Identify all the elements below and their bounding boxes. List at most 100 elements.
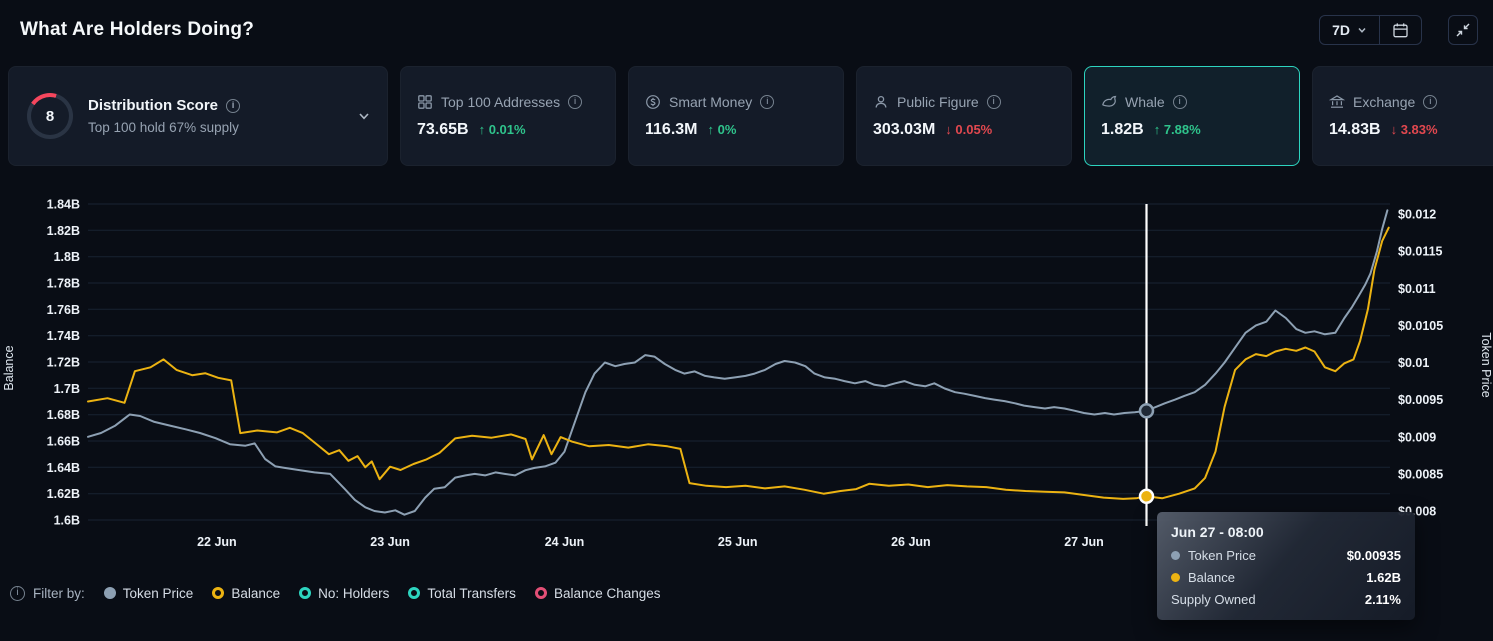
svg-text:1.8B: 1.8B [54, 250, 80, 264]
tooltip-row: Supply Owned 2.11% [1171, 592, 1401, 607]
filter-option-marker [212, 587, 224, 599]
filter-bar: i Filter by: Token Price Balance No: Holde… [10, 579, 661, 607]
tooltip-rows: Token Price$0.00935 Balance 1.62B Supply Ow… [1171, 548, 1401, 607]
info-icon[interactable]: i [226, 99, 240, 113]
date-range-control: 7D [1319, 15, 1422, 45]
stat-cards: Top 100 Addressesi73.65B↑ 0.01%Smart Mon… [400, 66, 1493, 166]
grid-icon [417, 94, 433, 110]
filter-option-label: Balance Changes [554, 586, 661, 601]
filter-options: Token Price Balance No: Holders Total Trans… [104, 586, 661, 601]
svg-text:1.7B: 1.7B [54, 382, 80, 396]
stat-change: ↓ 0.05% [945, 122, 992, 137]
tooltip-row-value: 2.11% [1365, 592, 1401, 607]
chart-tooltip: Jun 27 - 08:00 Token Price$0.00935 Balanc… [1157, 512, 1415, 620]
filter-option-marker [299, 587, 311, 599]
svg-text:$0.011: $0.011 [1398, 282, 1436, 296]
distribution-score-text: Distribution Score i Top 100 hold 67% su… [88, 97, 240, 135]
stat-value: 14.83B [1329, 121, 1381, 139]
filter-option-label: Balance [231, 586, 280, 601]
stat-change: ↓ 3.83% [1391, 122, 1438, 137]
svg-text:1.62B: 1.62B [47, 487, 80, 501]
svg-text:27 Jun: 27 Jun [1064, 535, 1104, 549]
calendar-icon [1392, 22, 1409, 39]
series-dot [1171, 573, 1180, 582]
svg-text:1.72B: 1.72B [47, 356, 80, 370]
filter-option-label: No: Holders [318, 586, 389, 601]
card-top100[interactable]: Top 100 Addresses i 73.65B ↑ 0.01% [400, 66, 616, 166]
coin-icon [645, 94, 661, 110]
filter-option-no-holders[interactable]: No: Holders [299, 586, 389, 601]
chevron-down-icon [1357, 25, 1367, 35]
filter-option-marker [535, 587, 547, 599]
info-icon[interactable]: i [1173, 95, 1187, 109]
svg-text:1.66B: 1.66B [47, 435, 80, 449]
calendar-button[interactable] [1379, 16, 1421, 44]
stat-value: 73.65B [417, 121, 469, 139]
svg-text:1.64B: 1.64B [47, 461, 80, 475]
stat-change: ↑ 0% [707, 122, 736, 137]
panel-header: What Are Holders Doing? 7D [0, 0, 1493, 60]
chevron-down-icon[interactable] [357, 109, 371, 123]
tooltip-row: Token Price$0.00935 [1171, 548, 1401, 563]
tooltip-row-label: Balance [1188, 570, 1235, 585]
info-icon[interactable]: i [760, 95, 774, 109]
filter-by-label: Filter by: [33, 586, 85, 601]
series-dot [1171, 551, 1180, 560]
tooltip-row-value: 1.62B [1366, 570, 1401, 585]
info-icon[interactable]: i [568, 95, 582, 109]
svg-text:1.74B: 1.74B [47, 329, 80, 343]
info-icon[interactable]: i [1423, 95, 1437, 109]
info-icon[interactable]: i [987, 95, 1001, 109]
holder-category-cards: 8 Distribution Score i Top 100 hold 67% … [8, 66, 1493, 166]
person-icon [873, 94, 889, 110]
svg-text:24 Jun: 24 Jun [545, 535, 585, 549]
svg-text:$0.0105: $0.0105 [1398, 319, 1443, 333]
tooltip-row-label: Supply Owned [1171, 592, 1256, 607]
stat-change: ↑ 7.88% [1154, 122, 1201, 137]
filter-option-token-price[interactable]: Token Price [104, 586, 194, 601]
svg-text:Balance: Balance [2, 345, 16, 390]
card-distribution-score[interactable]: 8 Distribution Score i Top 100 hold 67% … [8, 66, 388, 166]
filter-option-marker [104, 587, 116, 599]
svg-text:$0.01: $0.01 [1398, 356, 1429, 370]
stat-value: 116.3M [645, 121, 697, 139]
distribution-score-title: Distribution Score [88, 97, 218, 114]
collapse-button[interactable] [1448, 15, 1478, 45]
page-title: What Are Holders Doing? [20, 19, 254, 41]
svg-text:1.76B: 1.76B [47, 303, 80, 317]
filter-option-total-transfers[interactable]: Total Transfers [408, 586, 516, 601]
svg-text:1.78B: 1.78B [47, 277, 80, 291]
range-select-button[interactable]: 7D [1320, 16, 1379, 44]
range-label: 7D [1332, 22, 1350, 38]
filter-option-balance-changes[interactable]: Balance Changes [535, 586, 661, 601]
stat-label: Exchange [1353, 94, 1415, 110]
card-exchange[interactable]: Exchange i 14.83B ↓ 3.83% [1312, 66, 1493, 166]
svg-text:Token Price: Token Price [1479, 332, 1493, 397]
filter-option-balance[interactable]: Balance [212, 586, 280, 601]
svg-text:25 Jun: 25 Jun [718, 535, 758, 549]
filter-option-label: Total Transfers [427, 586, 516, 601]
whale-icon [1101, 94, 1117, 110]
svg-text:$0.0095: $0.0095 [1398, 393, 1443, 407]
filter-option-marker [408, 587, 420, 599]
info-icon[interactable]: i [10, 586, 25, 601]
svg-text:23 Jun: 23 Jun [370, 535, 410, 549]
svg-text:26 Jun: 26 Jun [891, 535, 931, 549]
stat-value: 303.03M [873, 121, 935, 139]
svg-text:$0.0085: $0.0085 [1398, 467, 1443, 481]
card-smart-money[interactable]: Smart Moneyi116.3M↑ 0% [628, 66, 844, 166]
svg-text:$0.012: $0.012 [1398, 208, 1436, 222]
filter-label-group: i Filter by: [10, 586, 85, 601]
distribution-score-value: 8 [31, 97, 69, 135]
stat-label: Top 100 Addresses [441, 94, 560, 110]
card-public-figure[interactable]: Public Figure i 303.03M ↓ 0.05% [856, 66, 1072, 166]
svg-text:$0.009: $0.009 [1398, 430, 1436, 444]
tooltip-title: Jun 27 - 08:00 [1171, 524, 1401, 540]
stat-label: Public Figure [897, 94, 979, 110]
collapse-icon [1455, 22, 1471, 38]
stat-value: 1.82B [1101, 121, 1144, 139]
stat-change: ↑ 0.01% [479, 122, 526, 137]
bank-icon [1329, 94, 1345, 110]
card-whale[interactable]: Whalei1.82B↑ 7.88% [1084, 66, 1300, 166]
svg-text:$0.0115: $0.0115 [1398, 245, 1443, 259]
